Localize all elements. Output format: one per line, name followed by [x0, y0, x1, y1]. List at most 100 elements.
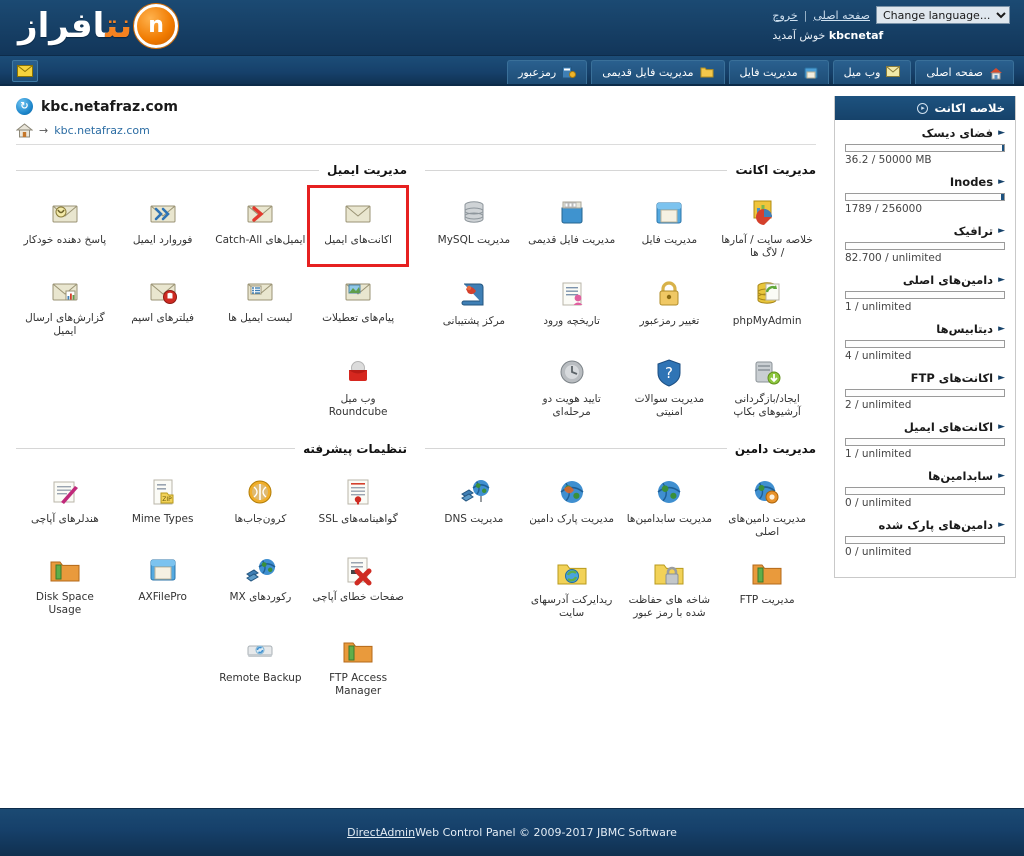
spam-filter-icon: [146, 271, 180, 307]
feature-tile-label: مدیریت فایل: [641, 234, 698, 246]
expand-arrow-icon[interactable]: ►: [998, 226, 1005, 236]
feature-tile-label: phpMyAdmin: [732, 315, 802, 328]
stat-progress-bar: [845, 536, 1005, 544]
stat-label: ترافیک: [953, 224, 994, 238]
feature-tile[interactable]: AXFilePro: [114, 544, 212, 625]
feature-tile[interactable]: مرکز پشتیبانی: [425, 268, 523, 346]
feature-tile[interactable]: پاسخ دهنده خودکار: [16, 187, 114, 265]
feature-tile[interactable]: مدیریت فایل قدیمی: [523, 187, 621, 268]
remote-backup-icon: [243, 631, 277, 667]
feature-tile[interactable]: کرون‌جاب‌ها: [212, 466, 310, 544]
feature-tile[interactable]: اکانت‌های ایمیل: [307, 185, 409, 267]
feature-tile-label: Remote Backup: [219, 671, 302, 684]
home-link[interactable]: صفحه اصلی: [813, 9, 870, 22]
nav-tab-filemanager[interactable]: مدیریت فایل: [728, 60, 829, 84]
expand-arrow-icon[interactable]: ►: [998, 422, 1005, 432]
dns-icon: [457, 472, 491, 508]
stat-title[interactable]: ► سابدامین‌ها: [845, 469, 1005, 483]
feature-tile[interactable]: گزارش‌های ارسال ایمیل: [16, 265, 114, 346]
logo-wordmark: نتافراز: [18, 4, 133, 48]
stat-row: ► ترافیک 82.700 / unlimited: [845, 224, 1005, 264]
expand-arrow-icon[interactable]: ►: [998, 471, 1005, 481]
feature-tile[interactable]: مدیریت FTP: [718, 547, 816, 628]
feature-tile[interactable]: ریدایرکت آدرسهای سایت: [523, 547, 621, 628]
feature-tile[interactable]: مدیریت فایل: [621, 187, 719, 268]
feature-tile-label: رکوردهای MX: [229, 590, 292, 603]
feature-tile[interactable]: Disk Space Usage: [16, 544, 114, 625]
refresh-icon: ↻: [16, 98, 33, 115]
feature-tile[interactable]: phpMyAdmin: [718, 268, 816, 346]
feature-tile[interactable]: ? مدیریت سوالات امنیتی: [621, 346, 719, 427]
account-summary-header: خلاصه اکانت ▸: [835, 96, 1015, 120]
folder-icon: [700, 66, 714, 80]
feature-tile[interactable]: مدیریت پارک دامین: [523, 466, 621, 547]
feature-tile-label: فوروارد ایمیل: [132, 234, 193, 246]
feature-tile[interactable]: تایید هویت دو مرحله‌ای: [523, 346, 621, 427]
mail-notification-button[interactable]: [12, 60, 38, 82]
feature-tile[interactable]: مدیریت دامین‌های اصلی: [718, 466, 816, 547]
feature-tile[interactable]: رکوردهای MX: [212, 544, 310, 625]
feature-tile-label: صفحات خطای آپاچی: [312, 590, 404, 603]
expand-arrow-icon[interactable]: ►: [998, 275, 1005, 285]
nav-tab-password[interactable]: رمزعبور: [507, 60, 588, 84]
feature-tile-label: مدیریت سابدامین‌ها: [626, 512, 713, 525]
breadcrumb: → kbc.netafraz.com: [16, 121, 816, 145]
feature-tile[interactable]: ایمیل‌های Catch-All: [212, 187, 310, 265]
feature-tile-label: FTP Access Manager: [329, 671, 388, 697]
logo-badge-letter: n: [148, 13, 164, 38]
language-select[interactable]: Change language...: [876, 6, 1010, 24]
feature-tile[interactable]: تاریخچه ورود: [523, 268, 621, 346]
feature-tile[interactable]: مدیریت MySQL: [425, 187, 523, 268]
feature-tile[interactable]: هندلرهای آپاچی: [16, 466, 114, 544]
header-links: Change language... صفحه اصلی | خروج: [772, 6, 1010, 24]
grid-advanced: گواهینامه‌های SSL کرون‌جاب‌ها ZIP Mime Type…: [16, 466, 407, 707]
sidebar: خلاصه اکانت ▸ ► فضای دیسک 36.2 / 50000 MB ►…: [824, 86, 1024, 808]
expand-arrow-icon[interactable]: ►: [998, 324, 1005, 334]
stat-value: 1 / unlimited: [845, 301, 912, 313]
feature-tile[interactable]: Remote Backup: [212, 625, 310, 706]
sections-columns: مدیریت اکانت خلاصه سایت / آمارها / لاگ ه…: [16, 157, 816, 706]
collapse-icon[interactable]: ▸: [917, 102, 929, 114]
home-icon[interactable]: [16, 123, 33, 138]
breadcrumb-domain-link[interactable]: kbc.netafraz.com: [54, 124, 150, 137]
stat-title[interactable]: ► اکانت‌های FTP: [845, 371, 1005, 385]
feature-tile[interactable]: مدیریت DNS: [425, 466, 523, 547]
feature-tile[interactable]: شاخه های حفاظت شده با رمز عبور: [621, 547, 719, 628]
feature-tile[interactable]: ایجاد/بازگردانی آرشیوهای بکاپ: [718, 346, 816, 427]
feature-tile[interactable]: وب میل Roundcube: [309, 346, 407, 427]
logout-link[interactable]: خروج: [772, 9, 797, 22]
feature-tile[interactable]: لیست ایمیل ها: [212, 265, 310, 346]
feature-tile[interactable]: ZIP Mime Types: [114, 466, 212, 544]
site-summary-icon: [750, 193, 784, 229]
feature-tile[interactable]: FTP Access Manager: [309, 625, 407, 706]
stat-title[interactable]: ► دیتابیس‌ها: [845, 322, 1005, 336]
stat-title[interactable]: ► دامین‌های اصلی: [845, 273, 1005, 287]
ftp-icon: [750, 553, 784, 589]
stat-title[interactable]: ► ترافیک: [845, 224, 1005, 238]
nav-tab-webmail[interactable]: وب میل: [832, 60, 912, 84]
feature-tile[interactable]: پیام‌های تعطیلات: [309, 265, 407, 346]
feature-tile[interactable]: مدیریت سابدامین‌ها: [621, 466, 719, 547]
feature-tile-label: ایمیل‌های Catch-All: [215, 234, 306, 246]
expand-arrow-icon[interactable]: ►: [998, 520, 1005, 530]
feature-tile-label: فیلترهای اسپم: [131, 312, 195, 324]
feature-tile[interactable]: فوروارد ایمیل: [114, 187, 212, 265]
directadmin-link[interactable]: DirectAdmin: [347, 826, 415, 839]
nav-tab-home[interactable]: صفحه اصلی: [915, 60, 1014, 84]
feature-tile[interactable]: خلاصه سایت / آمارها / لاگ ها: [718, 187, 816, 268]
stat-title[interactable]: ► فضای دیسک: [845, 126, 1005, 140]
stat-title[interactable]: ► Inodes: [845, 175, 1005, 189]
expand-arrow-icon[interactable]: ►: [998, 128, 1005, 138]
divider: [425, 169, 728, 171]
stat-title[interactable]: ► دامین‌های پارک شده: [845, 518, 1005, 532]
feature-tile-label: مدیریت سوالات امنیتی: [634, 393, 705, 419]
stat-title[interactable]: ► اکانت‌های ایمیل: [845, 420, 1005, 434]
backup-icon: [750, 352, 784, 388]
expand-arrow-icon[interactable]: ►: [998, 373, 1005, 383]
feature-tile[interactable]: فیلترهای اسپم: [114, 265, 212, 346]
nav-tab-legacy-filemanager[interactable]: مدیریت فایل قدیمی: [591, 60, 725, 84]
feature-tile[interactable]: صفحات خطای آپاچی: [309, 544, 407, 625]
feature-tile[interactable]: تغییر رمزعبور: [621, 268, 719, 346]
feature-tile[interactable]: گواهینامه‌های SSL: [309, 466, 407, 544]
expand-arrow-icon[interactable]: ►: [998, 177, 1005, 187]
